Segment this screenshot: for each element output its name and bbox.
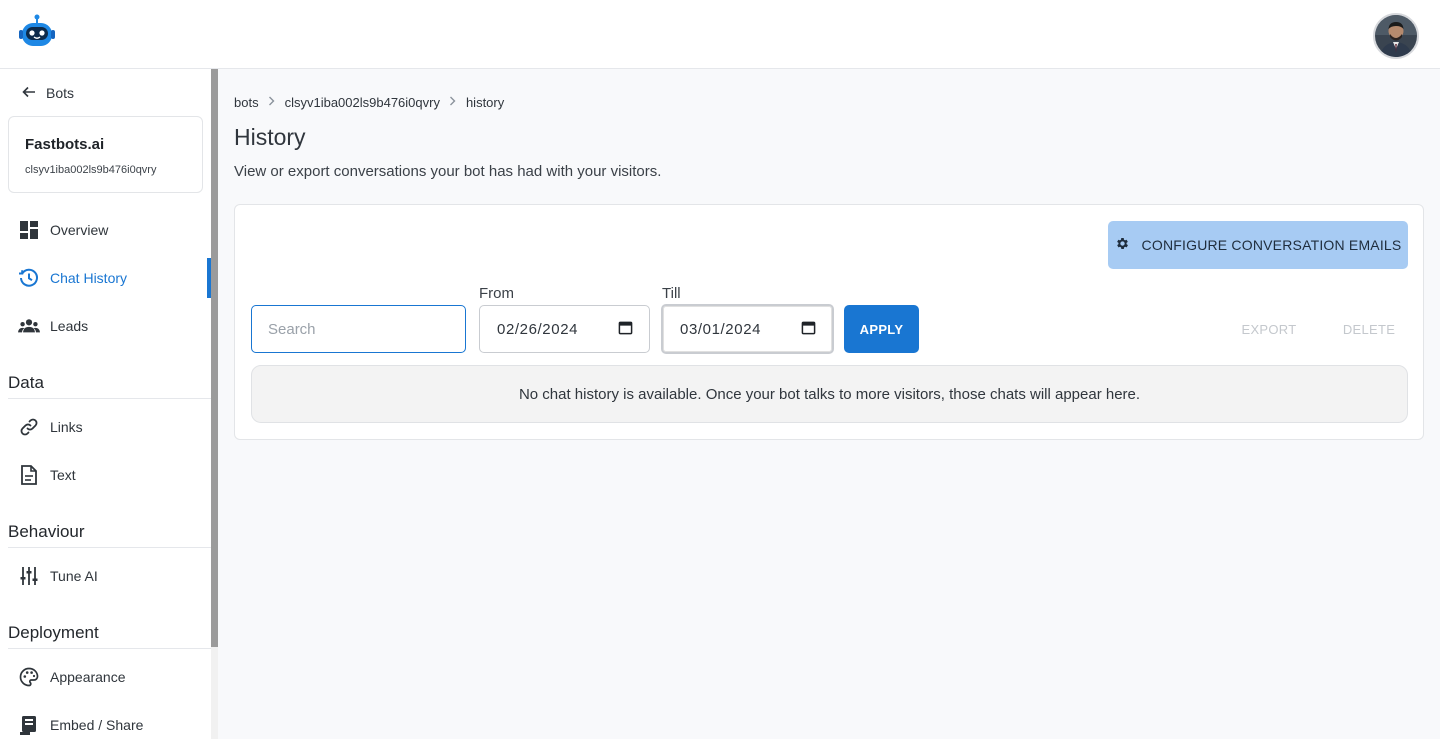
sidebar-item-label: Overview	[50, 222, 109, 238]
section-title-behaviour: Behaviour	[8, 518, 211, 548]
sidebar-item-text[interactable]: Text	[0, 455, 211, 495]
sliders-icon	[18, 565, 40, 587]
section-title-deployment: Deployment	[8, 619, 211, 649]
sidebar-item-label: Embed / Share	[50, 717, 144, 733]
sidebar-item-label: Chat History	[50, 270, 128, 286]
bot-card: Fastbots.ai clsyv1iba002ls9b476i0qvry	[8, 116, 203, 193]
user-avatar[interactable]	[1373, 13, 1419, 59]
sidebar-item-leads[interactable]: Leads	[0, 306, 211, 346]
empty-state-message: No chat history is available. Once your …	[251, 365, 1408, 423]
dashboard-icon	[18, 219, 40, 241]
search-input[interactable]	[251, 305, 466, 353]
configure-button-label: CONFIGURE CONVERSATION EMAILS	[1141, 237, 1402, 253]
breadcrumb: bots clsyv1iba002ls9b476i0qvry history	[234, 93, 504, 111]
sidebar-item-links[interactable]: Links	[0, 407, 211, 447]
sidebar-item-label: Tune AI	[50, 568, 98, 584]
calendar-icon[interactable]	[618, 320, 633, 339]
configure-conversation-emails-button[interactable]: CONFIGURE CONVERSATION EMAILS	[1108, 221, 1408, 269]
back-to-bots-link[interactable]: Bots	[22, 83, 74, 103]
sidebar-item-label: Text	[50, 467, 76, 483]
sidebar-item-overview[interactable]: Overview	[0, 210, 211, 250]
chevron-right-icon	[440, 95, 466, 109]
back-link-label: Bots	[46, 85, 75, 101]
robot-logo-icon[interactable]	[18, 14, 56, 50]
sidebar-scrollbar[interactable]	[211, 69, 218, 739]
export-button[interactable]: EXPORT	[1230, 305, 1308, 353]
history-panel: CONFIGURE CONVERSATION EMAILS From 02/26…	[234, 204, 1424, 440]
arrow-left-icon	[22, 85, 36, 101]
from-label: From	[479, 285, 514, 302]
sidebar-item-tune-ai[interactable]: Tune AI	[0, 556, 211, 596]
till-date-value: 03/01/2024	[680, 320, 762, 338]
breadcrumb-item-bots[interactable]: bots	[234, 95, 259, 110]
section-title-data: Data	[8, 369, 211, 399]
bot-name: Fastbots.ai	[25, 136, 105, 153]
sidebar-item-appearance[interactable]: Appearance	[0, 657, 211, 697]
top-header	[0, 0, 1440, 69]
sidebar-item-label: Links	[50, 419, 83, 435]
sidebar-item-chat-history[interactable]: Chat History	[0, 258, 211, 298]
sidebar: Bots Fastbots.ai clsyv1iba002ls9b476i0qv…	[0, 69, 211, 739]
chevron-right-icon	[259, 95, 285, 109]
delete-button[interactable]: DELETE	[1330, 305, 1408, 353]
gear-icon	[1115, 236, 1130, 254]
link-icon	[18, 416, 40, 438]
people-icon	[18, 315, 40, 337]
sidebar-item-label: Leads	[50, 318, 89, 334]
apply-button[interactable]: APPLY	[844, 305, 919, 353]
breadcrumb-item-bot-id[interactable]: clsyv1iba002ls9b476i0qvry	[285, 95, 440, 110]
page-title: History	[234, 124, 306, 150]
embed-icon	[18, 714, 40, 736]
palette-icon	[18, 666, 40, 688]
bot-id: clsyv1iba002ls9b476i0qvry	[25, 164, 157, 176]
sidebar-item-label: Appearance	[50, 669, 126, 685]
text-document-icon	[18, 464, 40, 486]
calendar-icon[interactable]	[801, 320, 816, 339]
scrollbar-thumb[interactable]	[211, 69, 218, 647]
till-label: Till	[662, 285, 681, 302]
breadcrumb-item-history: history	[465, 94, 505, 110]
till-date-input[interactable]: 03/01/2024	[661, 304, 834, 354]
sidebar-item-embed-share[interactable]: Embed / Share	[0, 705, 211, 739]
from-date-input[interactable]: 02/26/2024	[479, 305, 650, 353]
from-date-value: 02/26/2024	[497, 320, 579, 338]
page-subtitle: View or export conversations your bot ha…	[234, 163, 662, 180]
history-icon	[18, 267, 40, 289]
